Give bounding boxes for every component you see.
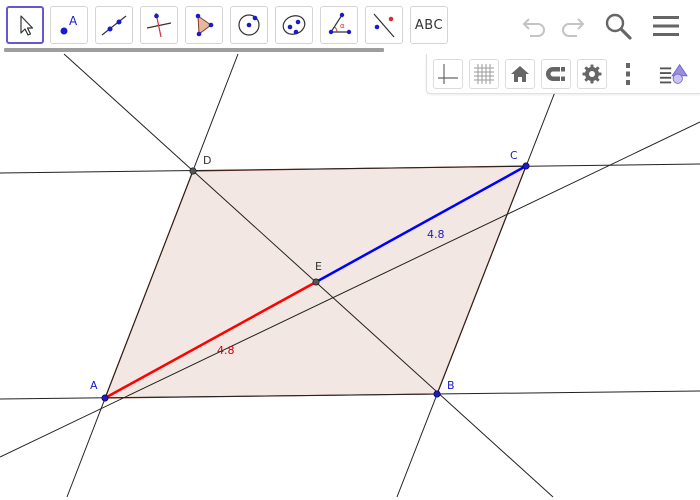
search-icon — [605, 13, 632, 40]
search-button[interactable] — [600, 8, 636, 44]
point-b-label: B — [447, 379, 455, 392]
point-d-label: D — [203, 154, 211, 167]
undo-button[interactable] — [517, 8, 553, 44]
standard-view-button[interactable] — [505, 59, 535, 89]
point-a[interactable] — [101, 394, 109, 402]
main-toolbar: A α ABC — [0, 0, 700, 52]
perpendicular-line-tool-button[interactable] — [140, 6, 178, 44]
more-vertical-icon — [626, 63, 630, 85]
circle-tool-icon — [238, 14, 260, 36]
segment-ec-label: 4.8 — [427, 228, 445, 241]
redo-button[interactable] — [554, 8, 590, 44]
svg-text:A: A — [69, 14, 78, 28]
graphics-style-bar — [426, 54, 700, 94]
text-tool-label: ABC — [414, 17, 444, 33]
point-tool-button[interactable]: A — [50, 6, 88, 44]
toggle-axes-button[interactable] — [433, 59, 463, 89]
line-tool-button[interactable] — [95, 6, 133, 44]
home-icon — [511, 66, 529, 82]
point-c[interactable] — [522, 162, 530, 170]
line-tool-icon — [101, 15, 127, 36]
axes-icon — [438, 64, 458, 84]
point-a-label: A — [90, 379, 98, 392]
polygon-tool-icon — [195, 13, 214, 37]
ellipse-tool-icon — [282, 15, 306, 35]
redo-icon — [562, 18, 585, 37]
move-tool-button[interactable] — [6, 6, 44, 44]
gear-icon — [582, 64, 602, 84]
reflect-tool-icon — [373, 13, 395, 38]
undo-icon — [522, 18, 545, 37]
point-d[interactable] — [189, 167, 197, 175]
point-b[interactable] — [433, 390, 441, 398]
segment-ae-label: 4.8 — [217, 344, 235, 357]
svg-text:α: α — [340, 22, 345, 30]
point-c-label: C — [510, 149, 518, 162]
main-menu-button[interactable] — [648, 8, 684, 44]
circle-tool-button[interactable] — [230, 6, 268, 44]
ellipse-tool-button[interactable] — [275, 6, 313, 44]
point-e[interactable] — [312, 278, 320, 286]
more-options-button[interactable] — [613, 59, 643, 89]
angle-tool-icon: α — [328, 12, 352, 35]
reflect-tool-button[interactable] — [365, 6, 403, 44]
perpendicular-line-tool-icon — [146, 12, 172, 38]
move-tool-icon — [20, 15, 34, 36]
menu-icon — [653, 16, 679, 36]
stylebar-toggle-icon — [659, 63, 688, 84]
toggle-style-bar-button[interactable] — [659, 59, 689, 89]
text-tool-button[interactable]: ABC — [410, 6, 448, 44]
point-capture-icon — [546, 67, 565, 81]
polygon-tool-button[interactable] — [185, 6, 223, 44]
toggle-grid-button[interactable] — [469, 59, 499, 89]
point-e-label: E — [315, 260, 322, 273]
angle-tool-button[interactable]: α — [320, 6, 358, 44]
toolbar-scrollbar[interactable] — [4, 48, 384, 52]
grid-icon — [474, 64, 494, 84]
point-capturing-button[interactable] — [541, 59, 571, 89]
point-tool-icon: A — [60, 14, 78, 35]
graphics-settings-button[interactable] — [577, 59, 607, 89]
